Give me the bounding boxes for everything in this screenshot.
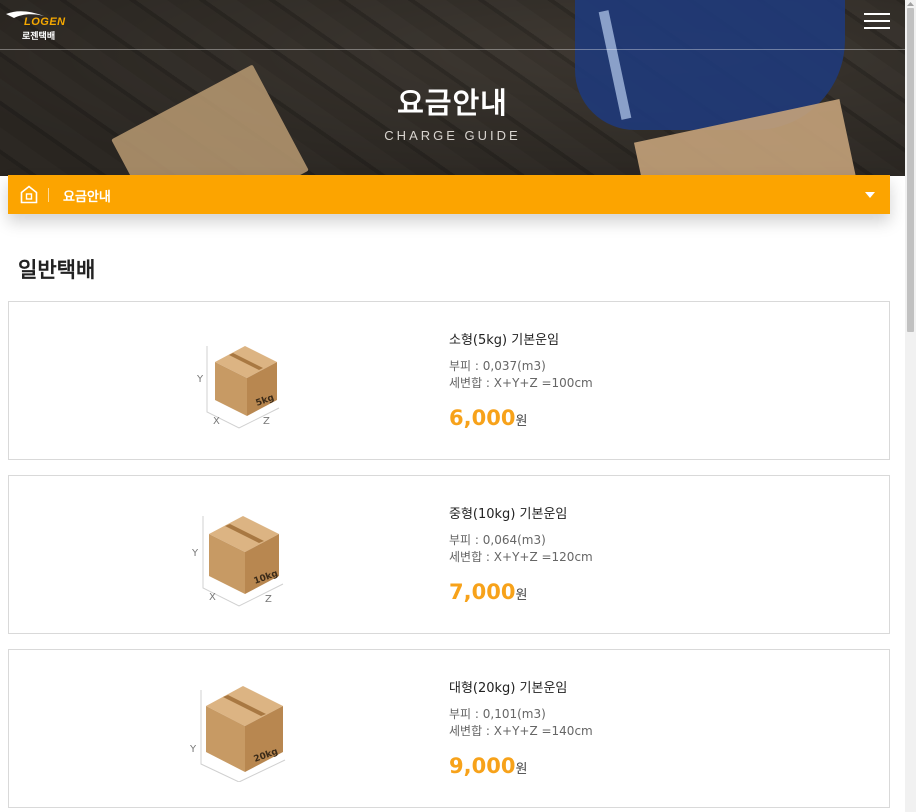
axis-z-label: Z [263, 416, 270, 427]
logo-text-en: LOGEN [24, 16, 66, 28]
header-divider [0, 49, 905, 50]
card-dimension-sum: 세변합 : X+Y+Z =140cm [449, 724, 593, 738]
axis-z-label: Z [265, 594, 272, 605]
rate-card-small: 5kg Y X Z 소형(5kg) 기본운임 부피 : 0,037(m3) 세변… [8, 301, 890, 460]
axis-x-label: X [213, 416, 220, 427]
axis-y-label: Y [196, 374, 204, 385]
card-price: 9,000원 [449, 754, 527, 778]
axis-y-label: Y [189, 744, 197, 755]
logo-text-ko: 로젠택배 [22, 32, 56, 42]
breadcrumb: 요금안내 [8, 175, 890, 214]
hero-banner: LOGEN 로젠택배 요금안내 CHARGE GUIDE [0, 0, 905, 176]
scroll-up-icon[interactable] [906, 0, 915, 8]
rate-card-large: 20kg Y X Z 대형(20kg) 기본운임 부피 : 0,101(m3) … [8, 649, 890, 808]
price-unit: 원 [515, 762, 528, 777]
price-value: 9,000 [449, 754, 516, 778]
card-volume: 부피 : 0,037(m3) [449, 359, 546, 373]
price-value: 7,000 [449, 580, 516, 604]
axis-x-label: X [209, 592, 216, 603]
card-name: 중형(10kg) 기본운임 [449, 507, 568, 522]
rate-card-medium: 10kg Y X Z 중형(10kg) 기본운임 부피 : 0,064(m3) … [8, 475, 890, 634]
menu-icon[interactable] [864, 13, 890, 31]
card-volume: 부피 : 0,101(m3) [449, 707, 546, 721]
box-icon: 20kg Y X Z [189, 686, 286, 782]
axis-y-label: Y [191, 548, 199, 559]
price-unit: 원 [515, 588, 528, 603]
page-subtitle: CHARGE GUIDE [384, 128, 521, 143]
breadcrumb-divider [48, 188, 49, 202]
scrollbar-thumb[interactable] [907, 8, 914, 332]
card-dimension-sum: 세변합 : X+Y+Z =120cm [449, 550, 593, 564]
logo[interactable]: LOGEN 로젠택배 [6, 8, 66, 42]
card-name: 소형(5kg) 기본운임 [449, 333, 560, 348]
price-unit: 원 [515, 414, 528, 429]
caret-down-icon[interactable] [865, 192, 875, 198]
card-price: 7,000원 [449, 580, 527, 604]
card-dimension-sum: 세변합 : X+Y+Z =100cm [449, 376, 593, 390]
card-volume: 부피 : 0,064(m3) [449, 533, 546, 547]
home-icon[interactable] [20, 185, 38, 204]
breadcrumb-current[interactable]: 요금안내 [63, 186, 111, 205]
price-value: 6,000 [449, 406, 516, 430]
card-name: 대형(20kg) 기본운임 [449, 681, 568, 696]
box-icon: 5kg Y X Z [196, 346, 280, 429]
box-icon: 10kg Y X Z [191, 516, 284, 607]
section-title: 일반택배 [18, 258, 96, 282]
page-title: 요금안내 [397, 86, 508, 120]
card-price: 6,000원 [449, 406, 527, 430]
